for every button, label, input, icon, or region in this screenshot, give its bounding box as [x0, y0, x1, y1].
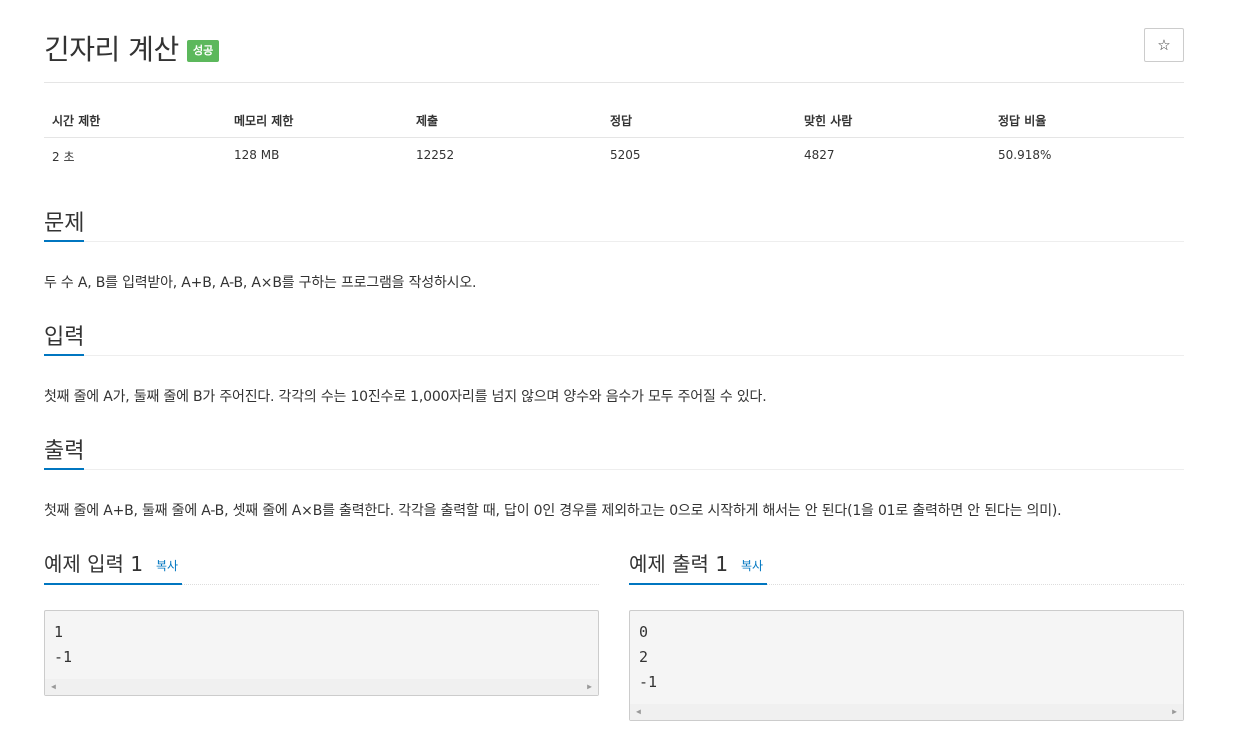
- input-section-divider: [44, 355, 1184, 356]
- scroll-right-arrow-icon[interactable]: ▶: [1172, 704, 1177, 720]
- scroll-right-arrow-icon[interactable]: ▶: [587, 679, 592, 695]
- example-output-underline: [629, 583, 767, 585]
- table-cell-time-limit: 2 초: [52, 150, 75, 164]
- table-cell-accept-ratio: 50.918%: [998, 148, 1052, 162]
- example-input-box[interactable]: 1 -1 ◀ ▶: [44, 610, 599, 696]
- table-header-submissions: 제출: [416, 114, 439, 128]
- table-header-solved-users: 맞힌 사람: [804, 114, 853, 128]
- example-output-box[interactable]: 0 2 -1 ◀ ▶: [629, 610, 1184, 721]
- example-input-line: 1: [54, 623, 64, 641]
- problem-section-divider: [44, 241, 1184, 242]
- example-input-line: -1: [54, 648, 73, 666]
- input-description: 첫째 줄에 A가, 둘째 줄에 B가 주어진다. 각각의 수는 10진수로 1,…: [44, 389, 767, 405]
- problem-section-title: 문제: [44, 211, 85, 236]
- favorite-button[interactable]: ☆: [1144, 28, 1184, 62]
- example-input-underline: [44, 583, 182, 585]
- input-section-title: 입력: [44, 325, 85, 350]
- example-output-line: 0: [639, 623, 649, 641]
- table-header-time-limit: 시간 제한: [52, 114, 101, 128]
- problem-description: 두 수 A, B를 입력받아, A+B, A-B, A×B를 구하는 프로그램을…: [44, 275, 477, 291]
- table-header-accepted: 정답: [610, 114, 633, 128]
- copy-input-link[interactable]: 복사: [156, 557, 178, 574]
- table-cell-memory-limit: 128 MB: [234, 148, 280, 162]
- example-output-scrollbar[interactable]: ◀ ▶: [630, 704, 1183, 720]
- example-output-line: -1: [639, 673, 658, 691]
- output-description: 첫째 줄에 A+B, 둘째 줄에 A-B, 셋째 줄에 A×B를 출력한다. 각…: [44, 503, 1062, 519]
- page-title: 긴자리 계산: [44, 33, 179, 66]
- problem-page: 긴자리 계산 성공 ☆ 시간 제한 메모리 제한 제출 정답 맞힌 사람 정답 …: [0, 0, 1234, 738]
- table-header-divider: [44, 137, 1184, 138]
- input-section-underline: [44, 354, 84, 356]
- table-cell-solved-users: 4827: [804, 148, 835, 162]
- scroll-left-arrow-icon[interactable]: ◀: [636, 704, 641, 720]
- table-header-memory-limit: 메모리 제한: [234, 114, 294, 128]
- output-section-underline: [44, 468, 84, 470]
- output-section-title: 출력: [44, 439, 85, 464]
- example-input-title: 예제 입력 1: [44, 552, 144, 576]
- output-section-divider: [44, 469, 1184, 470]
- example-output-line: 2: [639, 648, 649, 666]
- example-output-title: 예제 출력 1: [629, 552, 729, 576]
- header-divider: [44, 82, 1184, 83]
- problem-section-underline: [44, 240, 84, 242]
- example-input-scrollbar[interactable]: ◀ ▶: [45, 679, 598, 695]
- status-badge: 성공: [187, 40, 220, 62]
- star-icon: ☆: [1157, 36, 1171, 54]
- table-header-accept-ratio: 정답 비율: [998, 114, 1047, 128]
- table-cell-accepted: 5205: [610, 148, 641, 162]
- copy-output-link[interactable]: 복사: [741, 557, 763, 574]
- table-cell-submissions: 12252: [416, 148, 455, 162]
- scroll-left-arrow-icon[interactable]: ◀: [51, 679, 56, 695]
